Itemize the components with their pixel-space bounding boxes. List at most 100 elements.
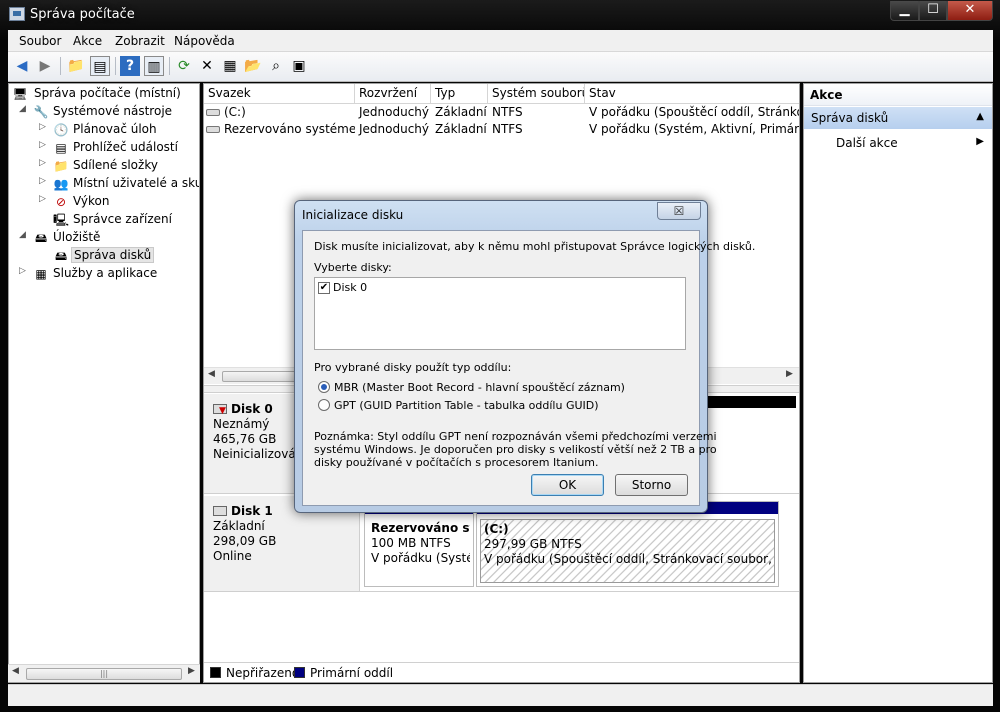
close-window-button[interactable]: ✕	[947, 1, 993, 21]
volume-row[interactable]: Rezervováno systémem Jednoduchý Základní…	[204, 121, 799, 138]
device-manager-icon: 🖳	[53, 213, 70, 227]
collapsed-arrow-icon[interactable]: ▷	[39, 158, 49, 168]
actions-title: Akce	[804, 84, 992, 106]
volume-name: Rezervováno systémem	[224, 122, 355, 136]
legend-swatch-unallocated	[210, 667, 221, 678]
disk-list[interactable]: ✔ Disk 0	[314, 277, 686, 350]
menu-file[interactable]: Soubor	[19, 34, 61, 48]
properties-icon[interactable]: ▦	[220, 56, 240, 76]
partition-body: Rezervováno systémem 100 MB NTFS V pořád…	[368, 519, 470, 583]
export-icon[interactable]: ▣	[289, 56, 309, 76]
window-title: Správa počítače	[30, 7, 135, 22]
legend-label-primary: Primární oddíl	[310, 666, 394, 680]
expanded-arrow-icon[interactable]: ◢	[19, 230, 29, 240]
computer-management-icon	[9, 7, 25, 21]
maximize-button[interactable]: ☐	[919, 1, 947, 21]
partition-status: V pořádku (Systém	[371, 551, 470, 565]
tree-item-label: Plánovač úloh	[73, 122, 157, 136]
collapsed-arrow-icon[interactable]: ▷	[39, 140, 49, 150]
column-type[interactable]: Typ	[431, 84, 488, 104]
partition-size: 297,99 GB NTFS	[484, 537, 582, 551]
refresh-icon[interactable]: ⟳	[174, 56, 194, 76]
disk-1-name: Disk 1	[231, 504, 273, 518]
tree-item-label: Služby a aplikace	[53, 266, 158, 280]
ok-button[interactable]: OK	[531, 474, 604, 496]
tree-item-label: Úložiště	[53, 230, 101, 244]
submenu-arrow-icon: ▶	[976, 136, 984, 147]
computer-management-icon: 🖥	[12, 87, 28, 101]
disk-0-checkbox-label[interactable]: Disk 0	[333, 281, 367, 294]
scroll-right-icon[interactable]: ▶	[786, 369, 793, 379]
initialize-disk-dialog: Inicializace disku ☒ Disk musíte inicial…	[294, 200, 755, 513]
collapsed-arrow-icon[interactable]: ▷	[39, 122, 49, 132]
menu-help[interactable]: Nápověda	[174, 34, 235, 48]
open-icon[interactable]: 📂	[243, 56, 263, 76]
minimize-button[interactable]: ▁	[890, 1, 919, 21]
show-hide-action-pane-icon[interactable]: ▥	[144, 56, 164, 76]
menu-view[interactable]: Zobrazit	[115, 34, 165, 48]
back-arrow-icon[interactable]: ◀	[12, 56, 32, 76]
forward-arrow-icon[interactable]: ▶	[35, 56, 55, 76]
volume-layout: Jednoduchý	[359, 105, 430, 119]
gpt-radio-label[interactable]: GPT (GUID Partition Table - tabulka oddí…	[334, 399, 599, 412]
navigation-tree: 🖥 Správa počítače (místní) ◢ 🔧 Systémové…	[8, 83, 200, 683]
tree-item-label: Místní uživatelé a skupiny	[73, 176, 199, 190]
mbr-radio-label[interactable]: MBR (Master Boot Record - hlavní spouště…	[334, 381, 625, 394]
tree-item-label: Výkon	[73, 194, 110, 208]
search-icon[interactable]: ⌕	[266, 56, 286, 76]
partition-style-label: Pro vybrané disky použít typ oddílu:	[314, 361, 512, 374]
legend: Nepřiřazeno Primární oddíl	[204, 662, 799, 682]
mbr-radio[interactable]	[318, 381, 330, 393]
collapse-arrow-icon[interactable]: ▲	[976, 111, 984, 122]
partition-c[interactable]: (C:) 297,99 GB NTFS V pořádku (Spouštěcí…	[476, 501, 779, 587]
disk-1-status: Online	[213, 549, 252, 563]
collapsed-arrow-icon[interactable]: ▷	[39, 176, 49, 186]
up-folder-icon[interactable]: 📁	[66, 56, 86, 76]
tree-horizontal-scrollbar[interactable]: ◀ ||| ▶	[8, 664, 200, 682]
tree-item-label: Správa počítače (místní)	[34, 86, 181, 100]
delete-icon[interactable]: ✕	[197, 56, 217, 76]
tree-item-local-users[interactable]: ▷ 👥 Místní uživatelé a skupiny	[9, 175, 199, 193]
drive-icon	[206, 109, 220, 116]
tools-icon: 🔧	[33, 105, 49, 119]
volume-type: Základní	[435, 122, 487, 136]
gpt-radio[interactable]	[318, 399, 330, 411]
dialog-title: Inicializace disku	[302, 208, 404, 222]
disk-0-name: Disk 0	[231, 402, 273, 416]
actions-section-disk-management[interactable]: Správa disků ▲	[804, 107, 992, 129]
cancel-button[interactable]: Storno	[615, 474, 688, 496]
tree-item-label: Sdílené složky	[73, 158, 158, 172]
services-icon: ▦	[35, 267, 47, 281]
collapsed-arrow-icon[interactable]: ▷	[39, 194, 49, 204]
dialog-close-button[interactable]: ☒	[657, 202, 701, 220]
volume-type: Základní	[435, 105, 487, 119]
column-layout[interactable]: Rozvržení	[355, 84, 431, 104]
partition-name: (C:)	[484, 522, 509, 536]
scroll-left-icon[interactable]: ◀	[208, 369, 215, 379]
menu-action[interactable]: Akce	[73, 34, 102, 48]
show-hide-tree-icon[interactable]: ▤	[90, 56, 110, 76]
column-file-system[interactable]: Systém souborů	[488, 84, 585, 104]
column-status[interactable]: Stav	[585, 84, 799, 104]
toolbar-separator	[115, 57, 116, 75]
tree-item-label: Systémové nástroje	[53, 104, 173, 118]
partition-system-reserved[interactable]: Rezervováno systémem 100 MB NTFS V pořád…	[364, 501, 474, 587]
more-actions-item[interactable]: Další akce ▶	[804, 133, 992, 153]
volume-row[interactable]: (C:) Jednoduchý Základní NTFS V pořádku …	[204, 104, 799, 121]
disk-1-type: Základní	[213, 519, 265, 533]
disk-1-size: 298,09 GB	[213, 534, 277, 548]
scroll-left-icon[interactable]: ◀	[12, 666, 19, 676]
scroll-thumb[interactable]: |||	[26, 668, 182, 680]
event-viewer-icon: ▤	[55, 141, 67, 155]
scroll-right-icon[interactable]: ▶	[188, 666, 195, 676]
expanded-arrow-icon[interactable]: ◢	[19, 104, 29, 114]
drive-icon	[206, 126, 220, 133]
performance-icon: ⊘	[55, 195, 67, 209]
disk-0-checkbox[interactable]: ✔	[318, 282, 330, 294]
title-bar[interactable]: Správa počítače ▁ ☐ ✕	[0, 0, 1000, 29]
help-icon[interactable]: ?	[120, 56, 140, 76]
column-volume[interactable]: Svazek	[204, 84, 355, 104]
status-bar	[8, 684, 993, 706]
menu-bar: Soubor Akce Zobrazit Nápověda	[8, 30, 993, 52]
collapsed-arrow-icon[interactable]: ▷	[19, 266, 29, 276]
